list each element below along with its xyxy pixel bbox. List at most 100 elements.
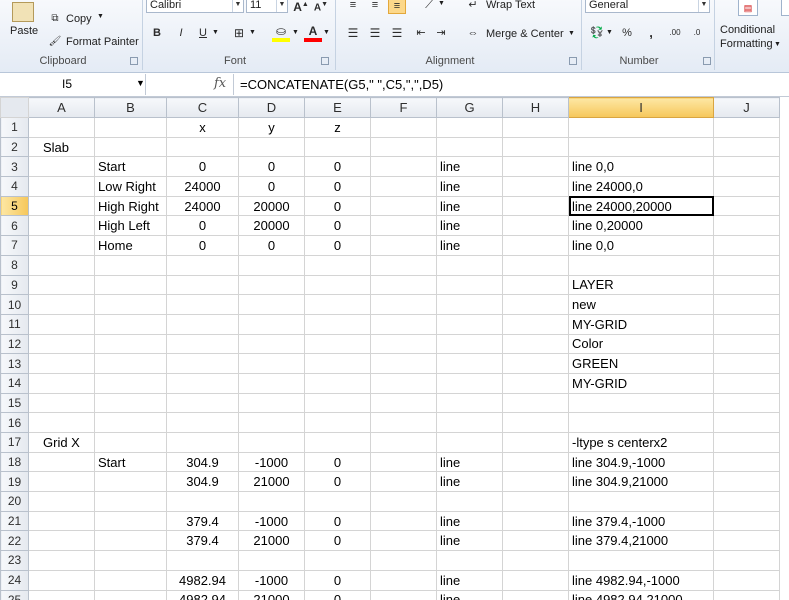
cell-j22[interactable] xyxy=(713,530,780,552)
cell-d5[interactable]: 20000 xyxy=(238,195,305,217)
underline-dropdown-icon[interactable]: ▼ xyxy=(212,29,219,36)
cell-c20[interactable] xyxy=(166,491,239,512)
cell-g11[interactable] xyxy=(436,313,503,335)
cell-e4[interactable]: 0 xyxy=(304,176,371,197)
cell-h17[interactable] xyxy=(502,432,569,453)
cell-h25[interactable] xyxy=(502,589,569,600)
cell-i5[interactable]: line 24000,20000 xyxy=(568,195,714,217)
cell-j15[interactable] xyxy=(713,392,780,414)
decrease-decimal-icon[interactable]: .0 xyxy=(688,24,706,42)
name-box[interactable]: I5 xyxy=(0,74,146,95)
align-middle-icon[interactable]: ≡ xyxy=(366,0,384,14)
cell-h2[interactable] xyxy=(502,136,569,158)
cell-a17[interactable]: Grid X xyxy=(28,432,95,453)
cell-f18[interactable] xyxy=(370,451,437,473)
cell-c7[interactable]: 0 xyxy=(166,235,239,256)
cell-b6[interactable]: High Left xyxy=(94,215,167,237)
row-header[interactable]: 10 xyxy=(0,294,29,315)
cell-j8[interactable] xyxy=(713,254,780,276)
row-header[interactable]: 22 xyxy=(0,530,29,552)
paste-button[interactable]: Paste xyxy=(10,25,38,37)
cell-i23[interactable] xyxy=(568,550,714,571)
cell-b4[interactable]: Low Right xyxy=(94,176,167,197)
cell-h21[interactable] xyxy=(502,510,569,532)
format-as-table-icon[interactable] xyxy=(781,0,789,16)
cell-e20[interactable] xyxy=(304,491,371,512)
cell-h11[interactable] xyxy=(502,313,569,335)
cell-g13[interactable] xyxy=(436,353,503,374)
cell-c13[interactable] xyxy=(166,353,239,374)
conditional-formatting-dropdown-icon[interactable]: ▼ xyxy=(774,41,781,48)
font-launcher-icon[interactable] xyxy=(321,57,329,65)
row-header[interactable]: 20 xyxy=(0,491,29,512)
cell-f9[interactable] xyxy=(370,274,437,296)
select-all-corner[interactable] xyxy=(0,97,29,118)
cell-d7[interactable]: 0 xyxy=(238,235,305,256)
column-header[interactable]: H xyxy=(502,97,569,118)
cell-h14[interactable] xyxy=(502,372,569,394)
row-header[interactable]: 12 xyxy=(0,333,29,355)
underline-button[interactable]: U xyxy=(194,24,212,42)
row-header[interactable]: 21 xyxy=(0,510,29,532)
cell-a8[interactable] xyxy=(28,254,95,276)
column-header[interactable]: J xyxy=(713,97,780,118)
cell-b20[interactable] xyxy=(94,491,167,512)
cell-e21[interactable]: 0 xyxy=(304,510,371,532)
cell-c11[interactable] xyxy=(166,313,239,335)
fill-color-icon[interactable]: ⛀ xyxy=(272,22,290,42)
font-color-dropdown-icon[interactable]: ▼ xyxy=(323,29,330,36)
cell-i9[interactable]: LAYER xyxy=(568,274,714,296)
row-header[interactable]: 23 xyxy=(0,550,29,571)
cell-g16[interactable] xyxy=(436,412,503,433)
cell-j18[interactable] xyxy=(713,451,780,473)
cell-j5[interactable] xyxy=(713,195,780,217)
row-header[interactable]: 17 xyxy=(0,432,29,453)
cell-h24[interactable] xyxy=(502,569,569,591)
column-header[interactable]: F xyxy=(370,97,437,118)
cell-b14[interactable] xyxy=(94,372,167,394)
fill-color-dropdown-icon[interactable]: ▼ xyxy=(292,29,299,36)
cell-i14[interactable]: MY-GRID xyxy=(568,372,714,394)
align-bottom-icon[interactable]: ≡ xyxy=(388,0,406,14)
increase-decimal-icon[interactable]: .00 xyxy=(666,24,684,42)
cell-a23[interactable] xyxy=(28,550,95,571)
row-header[interactable]: 18 xyxy=(0,451,29,473)
row-header[interactable]: 15 xyxy=(0,392,29,414)
cell-d1[interactable]: y xyxy=(238,117,305,138)
cell-a10[interactable] xyxy=(28,294,95,315)
row-header[interactable]: 4 xyxy=(0,176,29,197)
cell-d9[interactable] xyxy=(238,274,305,296)
cell-c9[interactable] xyxy=(166,274,239,296)
row-header[interactable]: 5 xyxy=(0,195,29,217)
row-header[interactable]: 14 xyxy=(0,372,29,394)
cell-f4[interactable] xyxy=(370,176,437,197)
cell-b12[interactable] xyxy=(94,333,167,355)
cell-c24[interactable]: 4982.94 xyxy=(166,569,239,591)
cell-i6[interactable]: line 0,20000 xyxy=(568,215,714,237)
formula-input[interactable]: =CONCATENATE(G5," ",C5,",",D5) xyxy=(240,77,443,92)
cell-j25[interactable] xyxy=(713,589,780,600)
align-right-icon[interactable]: ☰ xyxy=(388,24,406,42)
cell-i10[interactable]: new xyxy=(568,294,714,315)
cell-a21[interactable] xyxy=(28,510,95,532)
cell-e3[interactable]: 0 xyxy=(304,156,371,178)
merge-center-button[interactable]: Merge & Center xyxy=(486,28,564,40)
cell-f6[interactable] xyxy=(370,215,437,237)
cell-h18[interactable] xyxy=(502,451,569,473)
cell-f1[interactable] xyxy=(370,117,437,138)
cell-d22[interactable]: 21000 xyxy=(238,530,305,552)
cell-h7[interactable] xyxy=(502,235,569,256)
column-header[interactable]: C xyxy=(166,97,239,118)
cell-e13[interactable] xyxy=(304,353,371,374)
cell-b7[interactable]: Home xyxy=(94,235,167,256)
cell-f5[interactable] xyxy=(370,195,437,217)
cell-g9[interactable] xyxy=(436,274,503,296)
cell-d14[interactable] xyxy=(238,372,305,394)
shrink-font-icon[interactable]: A▼ xyxy=(312,0,330,14)
cell-g1[interactable] xyxy=(436,117,503,138)
cell-j3[interactable] xyxy=(713,156,780,178)
cell-a11[interactable] xyxy=(28,313,95,335)
borders-icon[interactable]: ⊞ xyxy=(230,24,248,42)
cell-i17[interactable]: -ltype s centerx2 xyxy=(568,432,714,453)
row-header[interactable]: 2 xyxy=(0,136,29,158)
